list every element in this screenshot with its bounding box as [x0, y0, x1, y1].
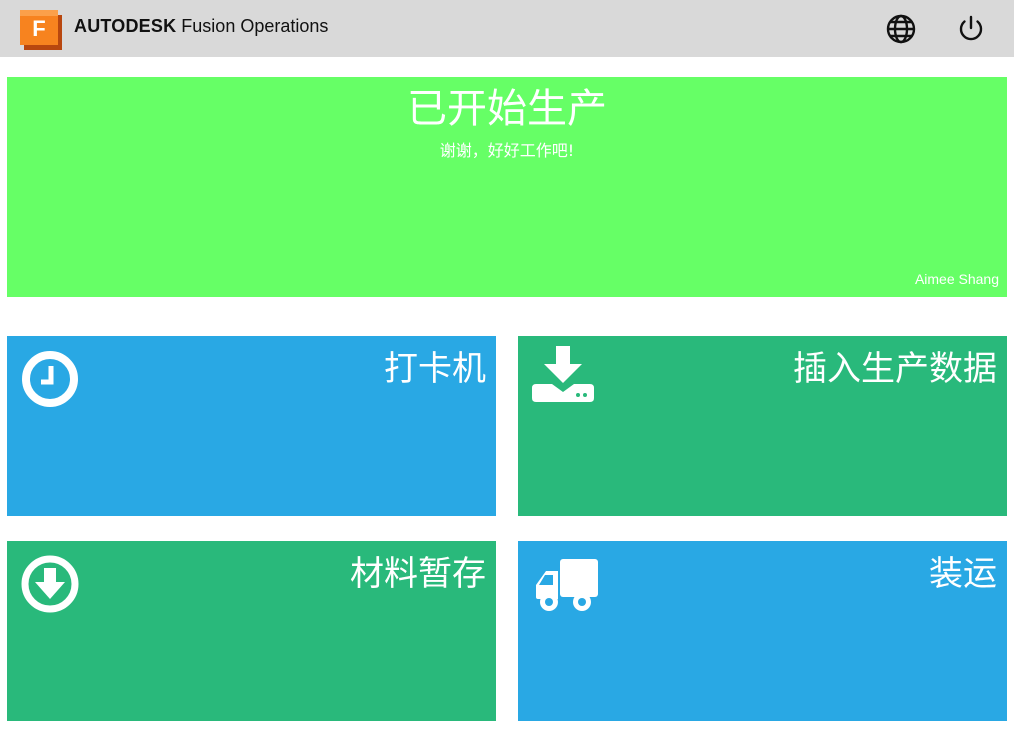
- clock-icon: [21, 350, 79, 412]
- product-name: Fusion Operations: [181, 16, 329, 36]
- globe-icon[interactable]: [885, 13, 917, 45]
- tile-material-staging[interactable]: 材料暂存: [7, 541, 496, 721]
- truck-icon: [534, 559, 600, 617]
- banner-subtitle: 谢谢，好好工作吧!: [439, 141, 575, 160]
- download-tray-icon: [532, 346, 594, 408]
- tile-time-clock[interactable]: 打卡机: [7, 336, 496, 516]
- app-title: AUTODESK Fusion Operations: [74, 16, 328, 37]
- status-banner: 已开始生产 谢谢，好好工作吧! Aimee Shang: [7, 77, 1007, 297]
- banner-title: 已开始生产: [407, 86, 607, 132]
- top-bar: F AUTODESK Fusion Operations: [0, 0, 1014, 57]
- tile-label: 插入生产数据: [793, 349, 997, 389]
- user-name: Aimee Shang: [914, 271, 999, 287]
- svg-text:F: F: [32, 16, 45, 41]
- tile-label: 材料暂存: [350, 554, 486, 594]
- tile-label: 装运: [929, 554, 997, 594]
- tile-shipping[interactable]: 装运: [518, 541, 1007, 721]
- fusion-logo-icon: F: [20, 10, 62, 50]
- power-icon[interactable]: [955, 13, 987, 45]
- brand-name: AUTODESK: [74, 16, 177, 36]
- tile-label: 打卡机: [384, 349, 486, 389]
- arrow-down-circle-icon: [21, 555, 79, 617]
- tile-insert-production-data[interactable]: 插入生产数据: [518, 336, 1007, 516]
